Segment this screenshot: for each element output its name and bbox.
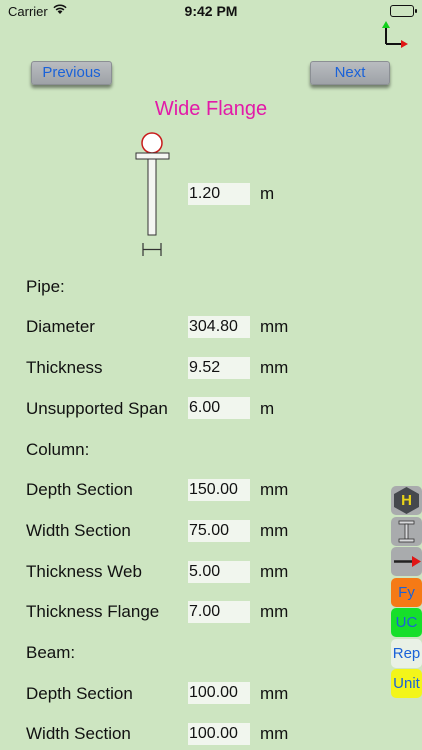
unit-button[interactable]: Unit — [391, 669, 422, 698]
height-unit: m — [260, 184, 275, 203]
pipe-heading: Pipe: — [26, 277, 65, 296]
row-unit: mm — [260, 562, 289, 581]
beam-depth-input[interactable]: 100.00 — [188, 682, 250, 704]
row-unit: m — [260, 399, 275, 418]
column-width-input[interactable]: 75.00 — [188, 520, 250, 542]
arrow-right-icon — [394, 556, 421, 567]
report-button[interactable]: Rep — [391, 639, 422, 668]
column-web-thickness-input[interactable]: 5.00 — [188, 561, 250, 583]
row-label: Depth Section — [26, 684, 133, 703]
pipe-support-diagram — [130, 130, 180, 260]
row-unit: mm — [260, 521, 289, 540]
row-unit: mm — [260, 358, 289, 377]
row-label: Unsupported Span — [26, 399, 168, 418]
fy-button[interactable]: Fy — [391, 578, 422, 607]
beam-heading: Beam: — [26, 643, 76, 662]
battery-icon — [390, 5, 417, 17]
column-heading: Column: — [26, 440, 90, 459]
row-unit: mm — [260, 480, 289, 499]
row-unit: mm — [260, 724, 289, 743]
next-button[interactable]: Next — [310, 61, 390, 85]
h-section-button[interactable]: H — [391, 486, 422, 515]
row-label: Diameter — [26, 317, 95, 336]
column-flange-thickness-input[interactable]: 7.00 — [188, 601, 250, 623]
clock: 9:42 PM — [184, 3, 238, 19]
page-title: Wide Flange — [154, 98, 268, 120]
row-label: Depth Section — [26, 480, 133, 499]
row-label: Thickness Web — [26, 562, 142, 581]
pipe-diameter-input[interactable]: 304.80 — [188, 316, 250, 338]
status-bar: Carrier 9:42 PM — [0, 0, 422, 24]
row-label: Thickness — [26, 358, 103, 377]
pipe-thickness-input[interactable]: 9.52 — [188, 357, 250, 379]
row-unit: mm — [260, 602, 289, 621]
beam-width-input[interactable]: 100.00 — [188, 723, 250, 745]
i-beam-icon — [398, 520, 415, 543]
row-label: Width Section — [26, 521, 131, 540]
h-label: H — [401, 492, 412, 509]
previous-button[interactable]: Previous — [31, 61, 112, 85]
arrow-right-button[interactable] — [391, 547, 422, 576]
row-label: Width Section — [26, 724, 131, 743]
i-beam-button[interactable] — [391, 517, 422, 546]
height-input[interactable]: 1.20 — [188, 183, 250, 205]
row-unit: mm — [260, 317, 289, 336]
row-unit: mm — [260, 684, 289, 703]
column-depth-input[interactable]: 150.00 — [188, 479, 250, 501]
axes-icon[interactable] — [380, 20, 410, 50]
uc-button[interactable]: UC — [391, 608, 422, 637]
row-label: Thickness Flange — [26, 602, 160, 621]
unsupported-span-input[interactable]: 6.00 — [188, 397, 250, 419]
